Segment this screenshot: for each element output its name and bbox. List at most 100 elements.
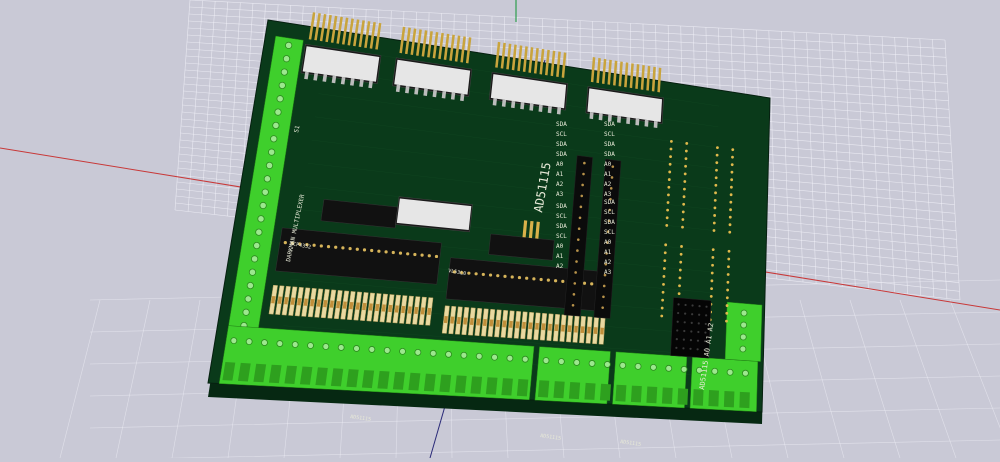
header-pin (377, 249, 381, 253)
pin-label: SCL (556, 131, 567, 138)
pin-label: SDA (604, 199, 615, 206)
dip-ic-leg (547, 106, 552, 114)
pad-dot (730, 163, 734, 167)
header-pin (319, 244, 323, 248)
pin-label: A2 (556, 263, 564, 270)
header-pin (488, 273, 493, 277)
terminal-slot (646, 386, 658, 404)
terminal-screw (261, 339, 268, 346)
header-pin (532, 277, 536, 281)
terminal-slot (677, 388, 689, 405)
pad-dot (710, 279, 714, 283)
module-pin (571, 303, 575, 307)
3d-viewer-viewport[interactable]: AD51115 DARKMAN MULTIPLEXER S1 MCP4352 V… (0, 0, 1000, 461)
pad-dot (728, 230, 732, 234)
resistor-band (522, 321, 526, 329)
header-pin (370, 248, 374, 253)
pin-label: A3 (604, 191, 612, 198)
pin-label: A1 (604, 249, 612, 256)
resistor-band (593, 327, 598, 334)
header-hole (691, 313, 694, 316)
pad-dot (681, 218, 685, 221)
header-pin (406, 252, 410, 256)
header-pin (561, 279, 565, 283)
terminal-screw (242, 308, 250, 316)
pad-dot (683, 180, 687, 183)
terminal-screw (337, 344, 345, 351)
module-pin (582, 172, 585, 176)
header-hole (690, 321, 693, 324)
terminal-screw (253, 241, 261, 250)
terminal-screw (280, 68, 288, 76)
resistor-band (574, 325, 578, 333)
pad-dot (713, 214, 717, 217)
terminal-screw (414, 348, 422, 356)
resistor-band (489, 319, 494, 327)
terminal-slot (599, 383, 611, 401)
header-pin (413, 252, 417, 257)
header-hole (675, 338, 678, 341)
header-pin (590, 282, 594, 286)
terminal-screw (726, 368, 734, 376)
pad-dot (682, 195, 686, 199)
header-pin (517, 275, 522, 280)
pad-dot (677, 292, 681, 296)
pad-dot (730, 170, 734, 174)
header-pin (467, 271, 471, 275)
module-pin (580, 194, 584, 198)
pad-dot (662, 267, 666, 270)
dip-ic-leg (598, 113, 603, 121)
terminal-screw (521, 355, 529, 363)
pad-dot (683, 187, 686, 191)
terminal-slot (516, 379, 529, 397)
module-pin (574, 271, 577, 274)
terminal-slot (392, 371, 405, 390)
pin-label: A1 (604, 171, 612, 178)
header-hole (677, 311, 680, 315)
header-pin (503, 274, 507, 278)
pad-dot (731, 148, 735, 152)
module-pin (583, 161, 586, 165)
pad-dot (715, 153, 719, 157)
terminal-screw (740, 321, 748, 329)
header-hole (682, 347, 685, 350)
terminal-screw (291, 341, 299, 348)
pad-dot (726, 280, 730, 284)
header-pin (427, 254, 431, 258)
terminal-slot (615, 384, 627, 402)
terminal-screw (603, 361, 611, 368)
terminal-screw (445, 350, 452, 358)
pad-dot (685, 142, 689, 145)
resistor-band (541, 323, 546, 331)
pad-dot (711, 256, 715, 259)
pad-dot (728, 215, 732, 219)
pin-label: SDA (556, 141, 567, 148)
module-pin (573, 282, 577, 285)
pin-label: SDA (604, 219, 615, 226)
resistor-band (482, 318, 487, 326)
terminal-screw (680, 365, 688, 373)
pin-label: A0 (604, 239, 612, 246)
terminal-screw (255, 228, 263, 236)
resistor-band (554, 324, 559, 332)
pad-dot (662, 275, 666, 278)
dip-ic-leg (644, 119, 649, 127)
header-hole (683, 329, 686, 333)
pin-label: A2 (604, 181, 612, 188)
resistor-band (508, 320, 513, 328)
terminal-slot (708, 390, 719, 407)
header-pin (398, 251, 403, 255)
terminal-screw (650, 363, 657, 371)
pad-dot (661, 290, 665, 294)
header-pin (341, 246, 345, 250)
terminal-screw (307, 342, 314, 349)
pad-dot (678, 268, 682, 272)
module-pin (572, 293, 576, 296)
terminal-screw (542, 357, 550, 364)
header-hole (689, 339, 693, 342)
header-hole (684, 303, 687, 307)
dip-ic-leg (635, 118, 640, 126)
pad-dot (663, 251, 667, 255)
module-pin (578, 216, 582, 220)
resistor-band (548, 323, 552, 331)
